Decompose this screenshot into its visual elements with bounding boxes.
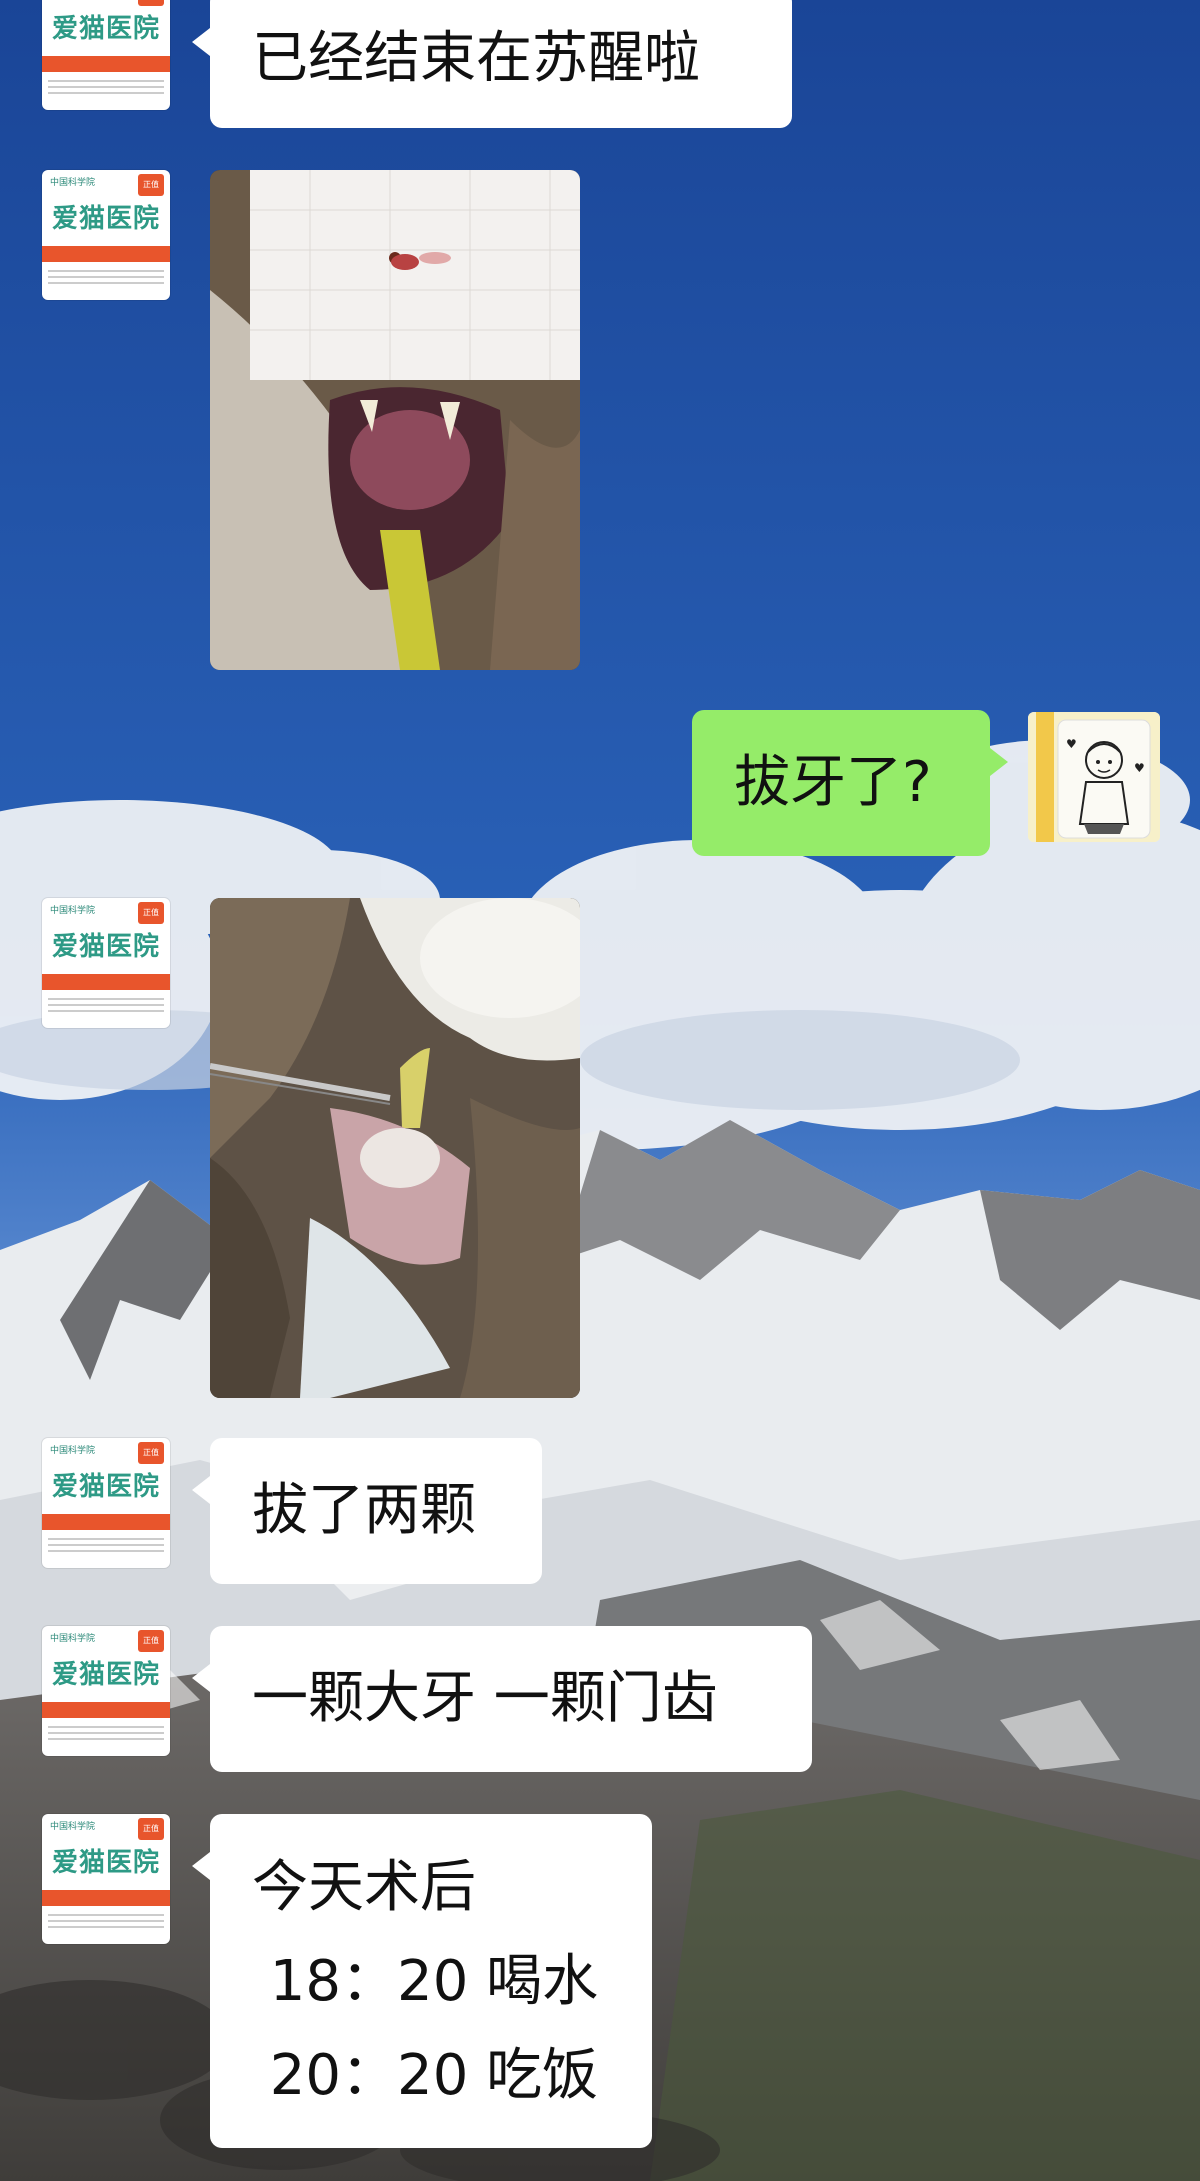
clinic-avatar[interactable]: 中国科学院 正值 爱猫医院 xyxy=(42,1814,170,1944)
avatar-strip xyxy=(42,1514,170,1530)
avatar-badge: 正值 xyxy=(138,902,164,924)
avatar-title: 爱猫医院 xyxy=(51,932,160,962)
avatar-footer xyxy=(48,994,164,1024)
chat-message-list[interactable]: 中国科学院 正值 爱猫医院 已经结束在苏醒啦 中国科学院 正值 爱猫医院 xyxy=(0,0,1200,2181)
avatar-footer xyxy=(48,1910,164,1940)
message-line: 20：20 吃饭 xyxy=(252,2043,599,2108)
avatar-badge: 正值 xyxy=(138,1442,164,1464)
avatar-footer xyxy=(48,76,164,106)
avatar-strip xyxy=(42,56,170,72)
avatar-title: 爱猫医院 xyxy=(51,204,160,234)
message-bubble[interactable]: 拔了两颗 xyxy=(192,1438,542,1584)
avatar-footer xyxy=(48,1534,164,1564)
svg-text:♥: ♥ xyxy=(1134,761,1145,775)
avatar-strip xyxy=(42,1890,170,1906)
message-text: 拔牙了? xyxy=(734,750,932,815)
message-photo[interactable] xyxy=(210,170,580,670)
clinic-avatar[interactable]: 中国科学院 正值 爱猫医院 xyxy=(42,170,170,300)
avatar-title: 爱猫医院 xyxy=(51,1848,160,1878)
message-bubble[interactable]: 一颗大牙 一颗门齿 xyxy=(192,1626,812,1772)
clinic-avatar[interactable]: 中国科学院 正值 爱猫医院 xyxy=(42,1438,170,1568)
clinic-avatar[interactable]: 中国科学院 正值 爱猫医院 xyxy=(42,898,170,1028)
message-line: 今天术后 xyxy=(252,1855,476,1920)
message-line: 18：20 喝水 xyxy=(252,1949,599,2014)
avatar-badge: 正值 xyxy=(138,1630,164,1652)
svg-text:♥: ♥ xyxy=(1066,737,1077,751)
cat-tooth-extraction-photo xyxy=(210,898,580,1398)
avatar-badge: 正值 xyxy=(138,174,164,196)
my-avatar[interactable]: ♥ ♥ xyxy=(1028,712,1160,842)
my-message-bubble[interactable]: 拔牙了? xyxy=(692,710,1008,856)
avatar-strip xyxy=(42,974,170,990)
cartoon-cup-avatar-icon: ♥ ♥ xyxy=(1028,712,1160,842)
clinic-avatar[interactable]: 中国科学院 正值 爱猫医院 xyxy=(42,1626,170,1756)
cat-mouth-gauze-photo xyxy=(210,170,580,670)
avatar-title: 爱猫医院 xyxy=(51,1660,160,1690)
message-text: 已经结束在苏醒啦 xyxy=(252,26,700,91)
message-bubble[interactable]: 已经结束在苏醒啦 xyxy=(192,0,792,128)
avatar-strip xyxy=(42,246,170,262)
avatar-footer xyxy=(48,266,164,296)
message-text: 拔了两颗 xyxy=(252,1478,476,1543)
avatar-footer xyxy=(48,1722,164,1752)
avatar-badge: 正值 xyxy=(138,0,164,6)
avatar-title: 爱猫医院 xyxy=(51,14,160,44)
avatar-strip xyxy=(42,1702,170,1718)
avatar-badge: 正值 xyxy=(138,1818,164,1840)
clinic-avatar[interactable]: 中国科学院 正值 爱猫医院 xyxy=(42,0,170,110)
message-bubble[interactable]: 今天术后 18：20 喝水 20：20 吃饭 xyxy=(192,1814,652,2148)
message-photo[interactable] xyxy=(210,898,580,1398)
avatar-title: 爱猫医院 xyxy=(51,1472,160,1502)
message-text: 一颗大牙 一颗门齿 xyxy=(252,1666,718,1731)
